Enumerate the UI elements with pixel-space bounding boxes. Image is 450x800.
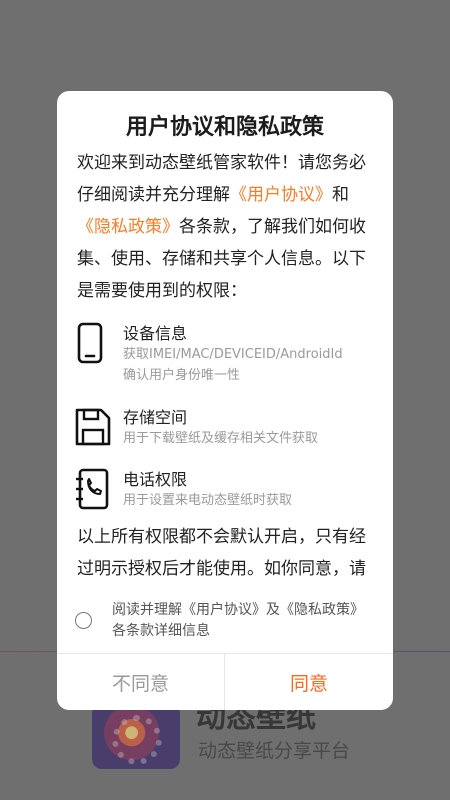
permission-name: 存储空间 <box>123 408 188 427</box>
permission-storage: 存储空间 用于下载壁纸及缓存相关文件获取 <box>73 404 381 460</box>
intro-text-and: 和 <box>332 185 349 205</box>
phone-icon <box>73 320 113 368</box>
agree-checkbox-label[interactable]: 阅读并理解《用户协议》及《隐私政策》 各条款详细信息 <box>112 600 364 642</box>
permission-device-info: 设备信息 获取IMEI/MAC/DEVICEID/AndroidId 确认用户身份… <box>73 320 381 383</box>
dialog-button-bar: 不同意 同意 <box>57 653 393 710</box>
dialog-intro: 欢迎来到动态壁纸管家软件！请您务必仔细阅读并充分理解《用户协议》和 《隐私政策》各… <box>77 147 377 307</box>
permission-name: 设备信息 <box>123 324 188 343</box>
permission-desc: 用于设置来电动态壁纸时获取 <box>123 493 293 508</box>
agree-button[interactable]: 同意 <box>225 654 393 710</box>
permission-name: 电话权限 <box>123 470 188 489</box>
permission-desc: 用于下载壁纸及缓存相关文件获取 <box>123 431 319 446</box>
privacy-policy-link[interactable]: 《隐私政策》 <box>77 217 179 237</box>
permission-phone: 电话权限 用于设置来电动态壁纸时获取 <box>73 466 381 522</box>
app-logo <box>92 703 180 769</box>
privacy-dialog: 用户协议和隐私政策 欢迎来到动态壁纸管家软件！请您务必仔细阅读并充分理解《用户协… <box>57 91 393 710</box>
permission-desc: 获取IMEI/MAC/DEVICEID/AndroidId 确认用户身份唯一性 <box>123 347 343 383</box>
user-agreement-link[interactable]: 《用户协议》 <box>230 185 332 205</box>
disagree-button[interactable]: 不同意 <box>57 654 225 710</box>
phone-book-icon <box>73 466 113 514</box>
dialog-title: 用户协议和隐私政策 <box>125 115 324 140</box>
agree-checkbox-row[interactable]: 阅读并理解《用户协议》及《隐私政策》 各条款详细信息 <box>57 596 393 646</box>
app-slogan: 动态壁纸分享平台 <box>198 740 351 762</box>
floppy-disk-icon <box>73 404 113 452</box>
permission-notice: 以上所有权限都不会默认开启，只有经过明示授权后才能使用。如你同意，请 <box>77 527 366 579</box>
agree-radio[interactable] <box>75 612 92 629</box>
